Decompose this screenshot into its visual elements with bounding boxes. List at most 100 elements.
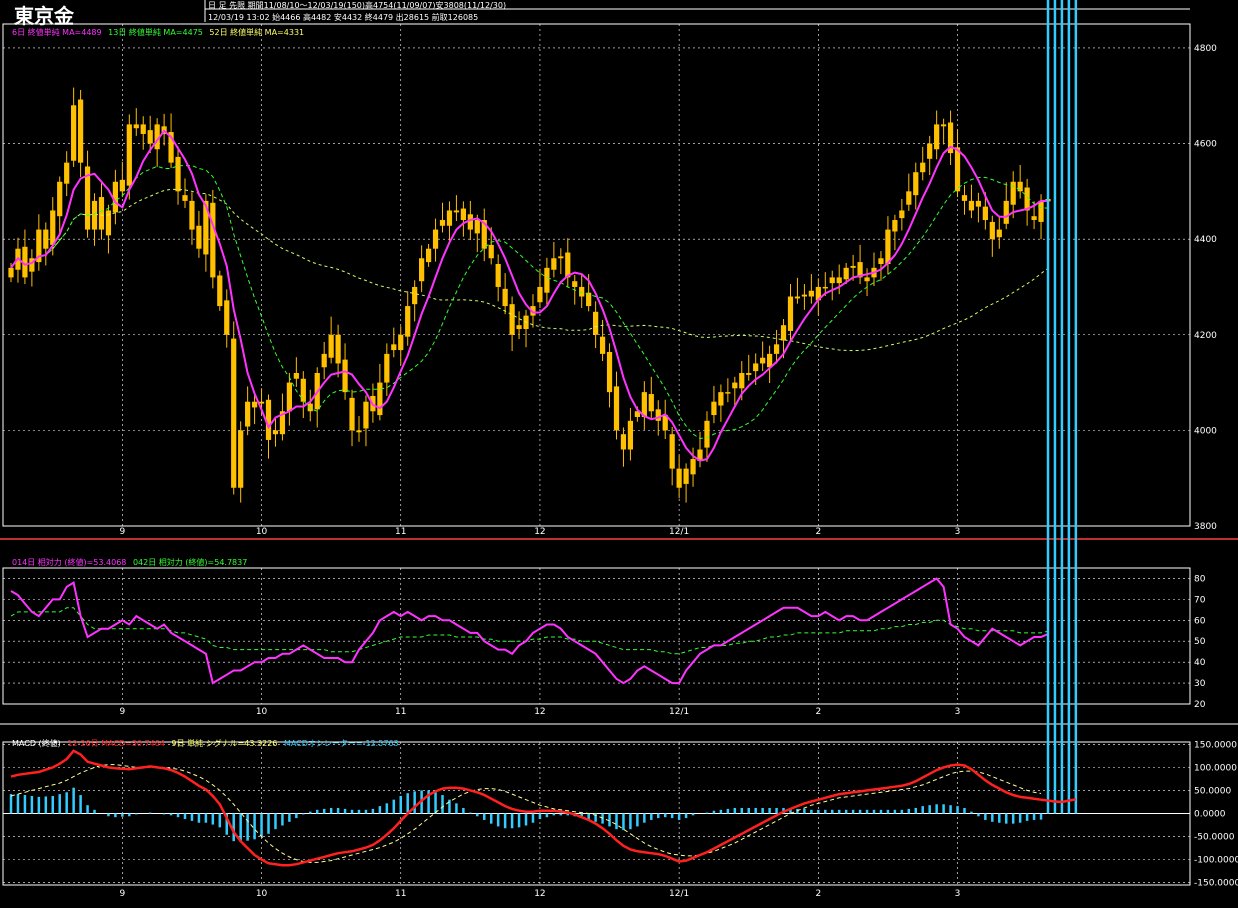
candle-body [98,197,105,230]
candle-body [77,99,84,163]
candle-body [342,359,348,393]
candle-body [961,195,968,201]
candle-body [739,373,745,389]
candle-body [300,378,306,402]
chart-title: 東京金 [14,4,74,28]
legend-signal: 9日 単純 シグナル=43.3226 [171,739,278,748]
price-ytick-label: 4200 [1194,331,1217,341]
candle-body [398,334,404,351]
candle-body [551,258,557,270]
candle-body [850,265,856,268]
candle-body [419,258,425,282]
chart-svg: 3800 4000 4200 4400 4600 4800 9 10 11 12 12/1 2 3 20 3… [0,0,1238,899]
candle-body [321,353,327,368]
candle-body [864,277,870,282]
candle-body [509,304,515,335]
candle-body [982,206,988,221]
chart-stage: 3800 4000 4200 4400 4600 4800 9 10 11 12 12/1 2 3 20 3… [0,0,1238,904]
candle-body [50,210,56,245]
candle-body [718,392,724,406]
candle-body [71,105,77,161]
candle-body [620,434,627,450]
rsi-ytick-label: 50 [1194,637,1206,647]
rsi-ytick-label: 80 [1194,574,1206,584]
legend-ma13: 13日 終値単純 MA=4475 [108,28,203,37]
candle-body [843,267,849,280]
candle-body [363,401,369,429]
price-legend: 6日 終値単純 MA=4489 13日 終値単純 MA=4475 52日 終値単… [12,27,308,38]
macd-ytick-label: 50.0000 [1194,786,1231,796]
price-xtick-label: 12 [534,527,545,537]
candle-body [439,220,446,226]
rsi-legend: 014日 相対力 (終値)=53.4068 042日 相対力 (終値)=54.7… [12,557,251,568]
price-xtick-label: 11 [395,527,406,537]
candle-body [91,200,98,230]
price-ytick-label: 4000 [1194,426,1217,436]
candle-body [996,229,1002,238]
candle-body [885,229,891,265]
legend-rsi14: 014日 相対力 (終値)=53.4068 [12,558,127,567]
candle-body [405,306,411,337]
candle-body [133,124,139,129]
macd-ytick-label: 150.0000 [1194,740,1237,750]
ma52-line [10,188,1049,352]
candle-body [836,277,842,284]
candle-body [349,397,355,431]
candle-body [412,286,418,305]
rsi-ytick-label: 70 [1194,595,1206,605]
legend-macd-title: MACD (終値) [12,739,61,748]
quote-info: 12/03/19 13:02 始4466 高4482 安4432 終4479 出… [208,13,479,22]
candle-body [711,401,717,416]
candle-body [293,373,299,379]
candle-body [669,434,675,469]
candle-body [787,296,794,331]
rsi-frame [2,567,1191,705]
candle-body [934,124,940,150]
candle-body [537,286,543,303]
candle-body [676,468,682,488]
macd-ytick-label: -150.0000 [1194,879,1238,889]
price-xtick-label: 10 [256,527,268,537]
candle-body [175,156,181,192]
rsi-xtick-label: 3 [955,707,961,717]
candle-body [265,399,272,440]
candle-body [593,311,599,335]
rsi-ytick-label: 30 [1194,679,1206,689]
candle-body [1003,200,1009,224]
candle-body [1038,200,1044,222]
price-frame [2,23,1191,527]
macd-ytick-label: 100.0000 [1194,763,1237,773]
candle-body [690,459,696,475]
candle-body [231,338,237,488]
candle-body [516,325,522,330]
price-ytick-label: 4600 [1194,140,1217,150]
candle-body [1010,181,1016,205]
rsi-xtick-label: 2 [815,707,821,717]
candle-body [829,277,835,284]
rsi-xtick-label: 12/1 [669,707,689,717]
price-xtick-label: 12/1 [669,527,689,537]
macd-xtick-label: 9 [119,889,125,899]
candle-body [613,386,620,431]
candle-body [147,130,153,144]
period-info: 日 足 先限 期間11/08/10～12/03/19(150)高4754(11/… [208,1,507,10]
candle-body [920,162,926,173]
candle-body [105,210,112,236]
rsi-ytick-label: 40 [1194,658,1206,668]
candle-body [648,394,654,412]
candle-body [558,256,564,259]
candle-body [794,296,801,299]
candle-body [224,300,230,335]
candle-body [572,281,578,287]
candle-body [753,363,759,372]
candle-body [502,288,508,307]
candle-body [238,430,244,488]
macd-xtick-label: 3 [955,889,961,899]
candle-body [746,373,752,375]
candle-body [968,200,975,211]
macd-xtick-label: 2 [815,889,821,899]
candle-body [189,200,195,230]
candle-body [460,208,466,221]
macd-ytick-label: 0.0000 [1194,810,1226,820]
candle-body [43,229,49,249]
